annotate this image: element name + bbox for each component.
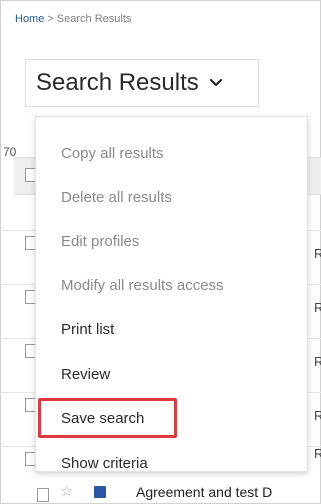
menu-item-review[interactable]: Review [61,366,110,383]
menu-item-delete-all-results[interactable]: Delete all results [61,189,172,206]
search-results-dropdown[interactable]: Search Results [25,59,259,107]
row-title-link[interactable]: Agreement and test D [136,484,272,500]
breadcrumb-home-link[interactable]: Home [15,13,44,25]
star-icon[interactable]: ☆ [60,484,73,500]
breadcrumb-separator: > [47,13,54,25]
menu-item-copy-all-results[interactable]: Copy all results [61,145,164,162]
breadcrumb: Home > Search Results [15,13,131,25]
breadcrumb-current: Search Results [56,13,132,25]
chevron-down-icon [209,78,222,87]
menu-item-modify-all-results-access[interactable]: Modify all results access [61,277,224,294]
page-title: Search Results [36,69,199,96]
row-title-partial: R [314,246,321,261]
row-title-partial: R [314,354,321,369]
row-title-partial: R [314,446,321,461]
row-title-partial: R [314,300,321,315]
menu-item-print-list[interactable]: Print list [61,321,114,338]
document-icon [94,486,106,498]
row-checkbox[interactable] [37,488,49,502]
menu-item-save-search[interactable]: Save search [61,410,144,427]
menu-item-show-criteria[interactable]: Show criteria [61,455,148,472]
menu-item-edit-profiles[interactable]: Edit profiles [61,233,139,250]
row-title-partial: R [314,408,321,423]
